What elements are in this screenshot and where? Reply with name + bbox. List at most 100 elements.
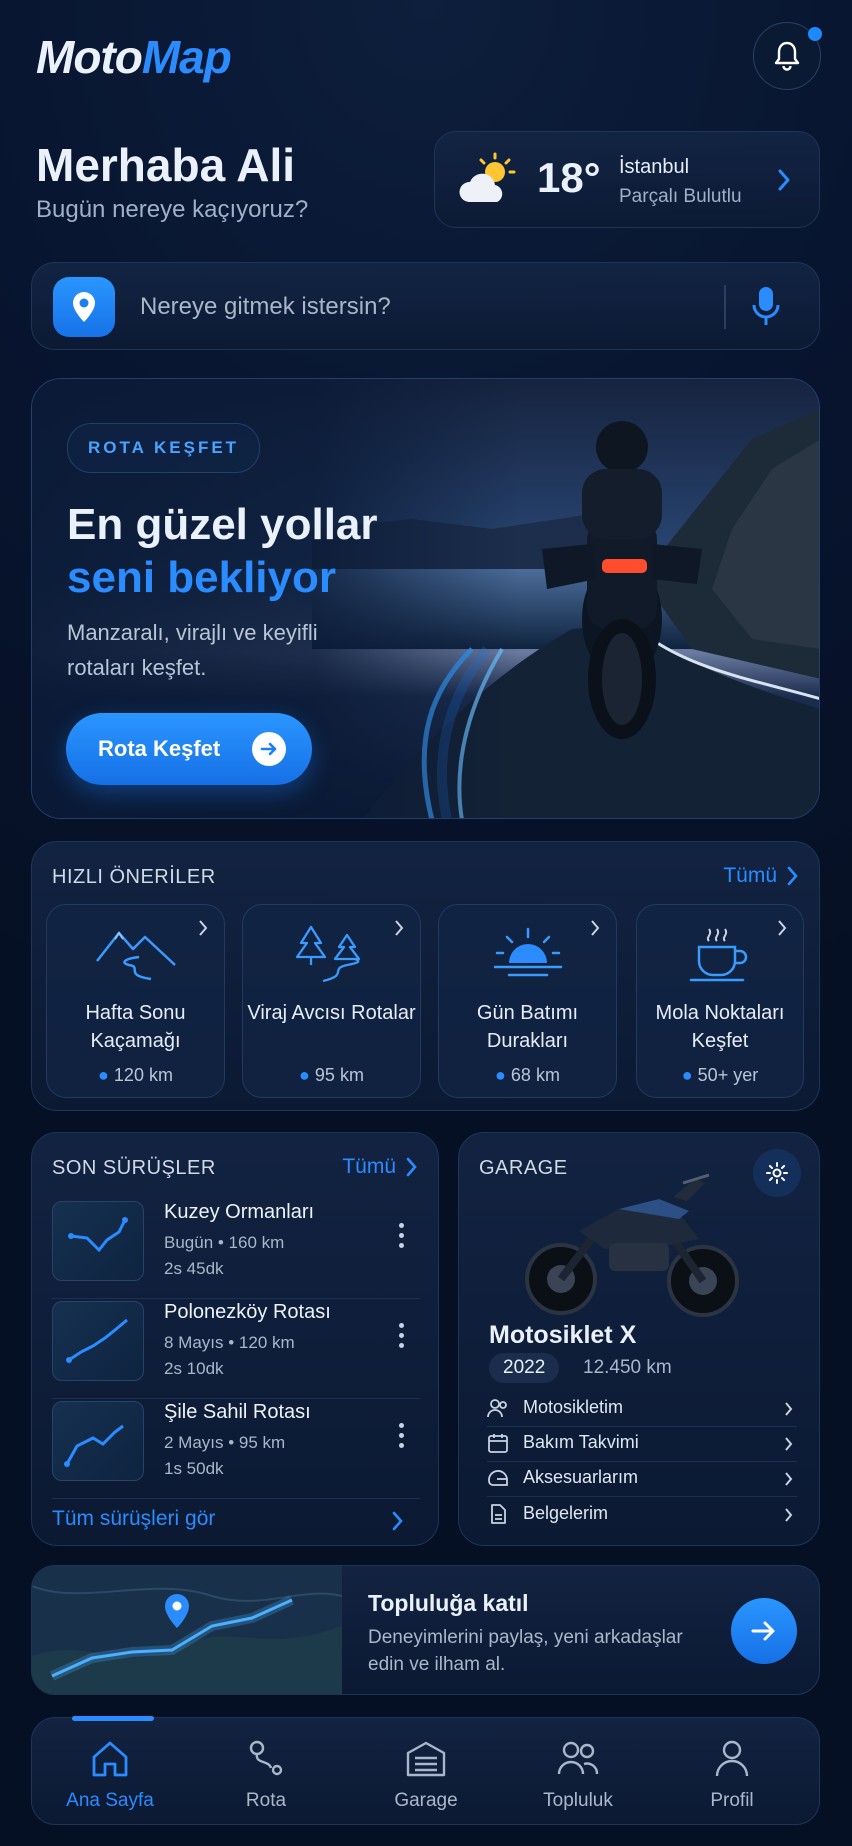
home-icon bbox=[92, 1741, 128, 1777]
weather-temperature: 18° bbox=[537, 154, 601, 201]
quick-title: HIZLI ÖNERİLER bbox=[52, 866, 216, 888]
active-tab-indicator bbox=[72, 1716, 154, 1721]
microphone-icon[interactable] bbox=[752, 285, 780, 329]
see-all-rides-label: Tüm sürüşleri gör bbox=[52, 1507, 216, 1530]
hero-title-line1: En güzel yollar bbox=[67, 500, 378, 549]
quick-item-distance: 50+ yer bbox=[697, 1065, 759, 1085]
weather-condition: Parçalı Bulutlu bbox=[619, 186, 742, 207]
ride-item[interactable]: Kuzey Ormanları Bugün • 160 km 2s 45dk bbox=[52, 1199, 420, 1299]
more-options-icon[interactable] bbox=[399, 1323, 404, 1348]
quick-item-label: Gün Batımı Durakları bbox=[476, 1002, 579, 1052]
nav-label: Topluluk bbox=[543, 1790, 613, 1811]
ride-name: Polonezköy Rotası bbox=[164, 1301, 331, 1323]
garage-menu-label: Bakım Takvimi bbox=[523, 1432, 639, 1452]
community-join-button[interactable] bbox=[731, 1598, 797, 1664]
location-pin-icon: ● bbox=[495, 1065, 506, 1085]
garage-menu-item[interactable]: Motosikletim bbox=[487, 1393, 797, 1427]
ride-duration: 1s 50dk bbox=[164, 1459, 224, 1478]
community-map-image bbox=[32, 1566, 342, 1694]
garage-menu-label: Belgelerim bbox=[523, 1503, 609, 1523]
greeting-subtitle: Bugün nereye kaçıyoruz? bbox=[36, 196, 309, 223]
garage-menu-label: Motosikletim bbox=[523, 1397, 624, 1417]
calendar-icon bbox=[488, 1434, 508, 1453]
chevron-right-icon bbox=[785, 1402, 793, 1416]
ride-item[interactable]: Şile Sahil Rotası 2 Mayıs • 95 km 1s 50d… bbox=[52, 1399, 420, 1499]
bike-name: Motosiklet X bbox=[489, 1321, 637, 1349]
helmet-icon bbox=[488, 1470, 508, 1486]
nav-community[interactable]: Topluluk bbox=[518, 1732, 638, 1816]
route-icon bbox=[249, 1740, 283, 1776]
app-logo: MotoMap bbox=[36, 30, 232, 84]
community-description: Deneyimlerini paylaş, yeni arkadaşlar ed… bbox=[368, 1627, 683, 1675]
explore-route-button[interactable]: Rota Keşfet bbox=[66, 713, 312, 785]
garage-settings-button[interactable] bbox=[753, 1149, 801, 1197]
garage-card: GARAGE Motosiklet X 2022 12.450 km Motos… bbox=[458, 1132, 820, 1546]
search-input[interactable] bbox=[140, 285, 700, 329]
ride-map-thumbnail bbox=[52, 1201, 144, 1281]
recent-see-all-label: Tümü bbox=[342, 1155, 396, 1178]
nav-profile[interactable]: Profil bbox=[672, 1732, 792, 1816]
community-banner[interactable]: Topluluğa katıl Deneyimlerini paylaş, ye… bbox=[31, 1565, 820, 1695]
nav-label: Rota bbox=[245, 1790, 287, 1811]
search-bar[interactable] bbox=[31, 262, 820, 350]
nav-garage[interactable]: Garage bbox=[366, 1732, 486, 1816]
ride-meta: Bugün • 160 km bbox=[164, 1233, 285, 1252]
hero-banner: ROTA KEŞFET En güzel yollar seni bekliyo… bbox=[31, 378, 820, 819]
ride-map-thumbnail bbox=[52, 1401, 144, 1481]
nav-home[interactable]: Ana Sayfa bbox=[50, 1732, 170, 1816]
ride-duration: 2s 45dk bbox=[164, 1259, 224, 1278]
garage-menu-item[interactable]: Aksesuarlarım bbox=[487, 1463, 797, 1497]
explore-route-label: Rota Keşfet bbox=[98, 736, 221, 761]
ride-name: Şile Sahil Rotası bbox=[164, 1401, 311, 1423]
nav-label: Profil bbox=[710, 1790, 754, 1811]
chevron-right-icon bbox=[406, 1157, 417, 1177]
chevron-right-icon bbox=[778, 169, 790, 191]
more-options-icon[interactable] bbox=[399, 1423, 404, 1448]
chevron-right-icon bbox=[785, 1508, 793, 1522]
quick-item-sunset[interactable]: Gün Batımı Durakları ● 68 km bbox=[438, 904, 617, 1098]
recent-title: SON SÜRÜŞLER bbox=[52, 1157, 216, 1179]
recent-rides: SON SÜRÜŞLER Tümü Kuzey Ormanları Bugün … bbox=[31, 1132, 439, 1546]
ride-item[interactable]: Polonezköy Rotası 8 Mayıs • 120 km 2s 10… bbox=[52, 1299, 420, 1399]
quick-item-distance: 95 km bbox=[314, 1065, 364, 1085]
quick-item-distance: 120 km bbox=[113, 1065, 173, 1085]
chevron-right-icon bbox=[392, 1511, 403, 1531]
search-divider bbox=[724, 285, 726, 329]
forest-curve-icon bbox=[295, 925, 360, 983]
weather-city: İstanbul bbox=[619, 156, 690, 178]
garage-menu-item[interactable]: Belgelerim bbox=[487, 1499, 797, 1533]
logo-part2: Map bbox=[141, 31, 232, 83]
recent-see-all[interactable]: Tümü bbox=[342, 1155, 418, 1179]
weather-widget[interactable]: 18° İstanbul Parçalı Bulutlu bbox=[434, 131, 820, 228]
notifications-button[interactable] bbox=[753, 22, 822, 90]
bike-year: 2022 bbox=[489, 1353, 560, 1383]
nav-route[interactable]: Rota bbox=[206, 1732, 326, 1816]
location-pin-icon: ● bbox=[98, 1065, 109, 1085]
ride-name: Kuzey Ormanları bbox=[164, 1201, 315, 1223]
quick-item-curves[interactable]: Viraj Avcısı Rotalar ● 95 km bbox=[242, 904, 421, 1098]
quick-item-rest-stops[interactable]: Mola Noktaları Keşfet ● 50+ yer bbox=[636, 904, 804, 1098]
chevron-right-icon bbox=[785, 1472, 793, 1486]
quick-item-label: Viraj Avcısı Rotalar bbox=[247, 1002, 416, 1024]
motorcycle-user-icon bbox=[487, 1399, 507, 1418]
location-pin-icon: ● bbox=[681, 1065, 693, 1085]
bike-mileage: 12.450 km bbox=[583, 1357, 672, 1378]
chevron-right-icon bbox=[787, 866, 798, 886]
document-icon bbox=[491, 1504, 506, 1524]
quick-see-all[interactable]: Tümü bbox=[723, 864, 799, 888]
ride-meta: 8 Mayıs • 120 km bbox=[164, 1333, 295, 1352]
location-button[interactable] bbox=[53, 277, 115, 337]
profile-icon bbox=[715, 1740, 749, 1777]
nav-label: Garage bbox=[394, 1790, 458, 1811]
bottom-navigation: Ana Sayfa Rota Garage Topluluk Profil bbox=[31, 1716, 820, 1825]
hero-title-line2: seni bekliyor bbox=[67, 553, 337, 602]
logo-part1: Moto bbox=[36, 31, 143, 83]
garage-menu-item[interactable]: Bakım Takvimi bbox=[487, 1428, 797, 1462]
quick-item-distance: 68 km bbox=[510, 1065, 560, 1085]
arrow-right-icon bbox=[252, 732, 286, 766]
community-title: Topluluğa katıl bbox=[368, 1590, 529, 1616]
more-options-icon[interactable] bbox=[399, 1223, 404, 1248]
see-all-rides-link[interactable]: Tüm sürüşleri gör bbox=[52, 1507, 420, 1537]
garage-menu-label: Aksesuarlarım bbox=[523, 1467, 639, 1487]
quick-item-weekend[interactable]: Hafta Sonu Kaçamağı ● 120 km bbox=[46, 904, 225, 1098]
